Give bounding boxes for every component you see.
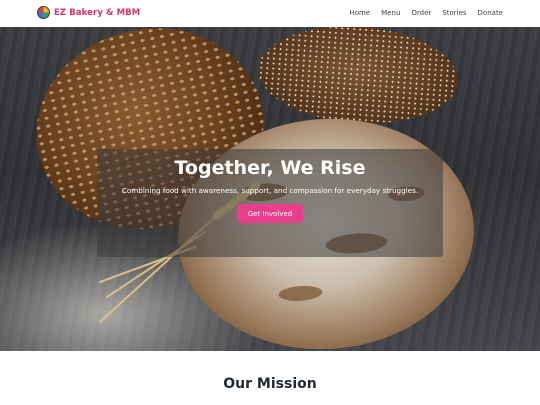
brand[interactable]: EZ Bakery & MBM xyxy=(37,6,140,19)
navbar: EZ Bakery & MBM Home Menu Order Stories … xyxy=(0,0,540,27)
hero-title: Together, We Rise xyxy=(174,157,366,179)
get-involved-button[interactable]: Get Involved xyxy=(237,204,303,223)
nav-link-order[interactable]: Order xyxy=(411,9,431,17)
globe-logo-icon xyxy=(37,6,50,19)
hero-subtitle: Combining food with awareness, support, … xyxy=(121,186,419,195)
nav-link-home[interactable]: Home xyxy=(349,9,370,17)
nav-link-donate[interactable]: Donate xyxy=(478,9,503,17)
nav-links: Home Menu Order Stories Donate xyxy=(338,9,503,17)
mission-heading: Our Mission xyxy=(223,376,317,392)
brand-name: EZ Bakery & MBM xyxy=(54,7,141,18)
hero-section: Together, We Rise Combining food with aw… xyxy=(0,27,540,351)
nav-link-menu[interactable]: Menu xyxy=(381,9,400,17)
nav-link-stories[interactable]: Stories xyxy=(442,9,466,17)
